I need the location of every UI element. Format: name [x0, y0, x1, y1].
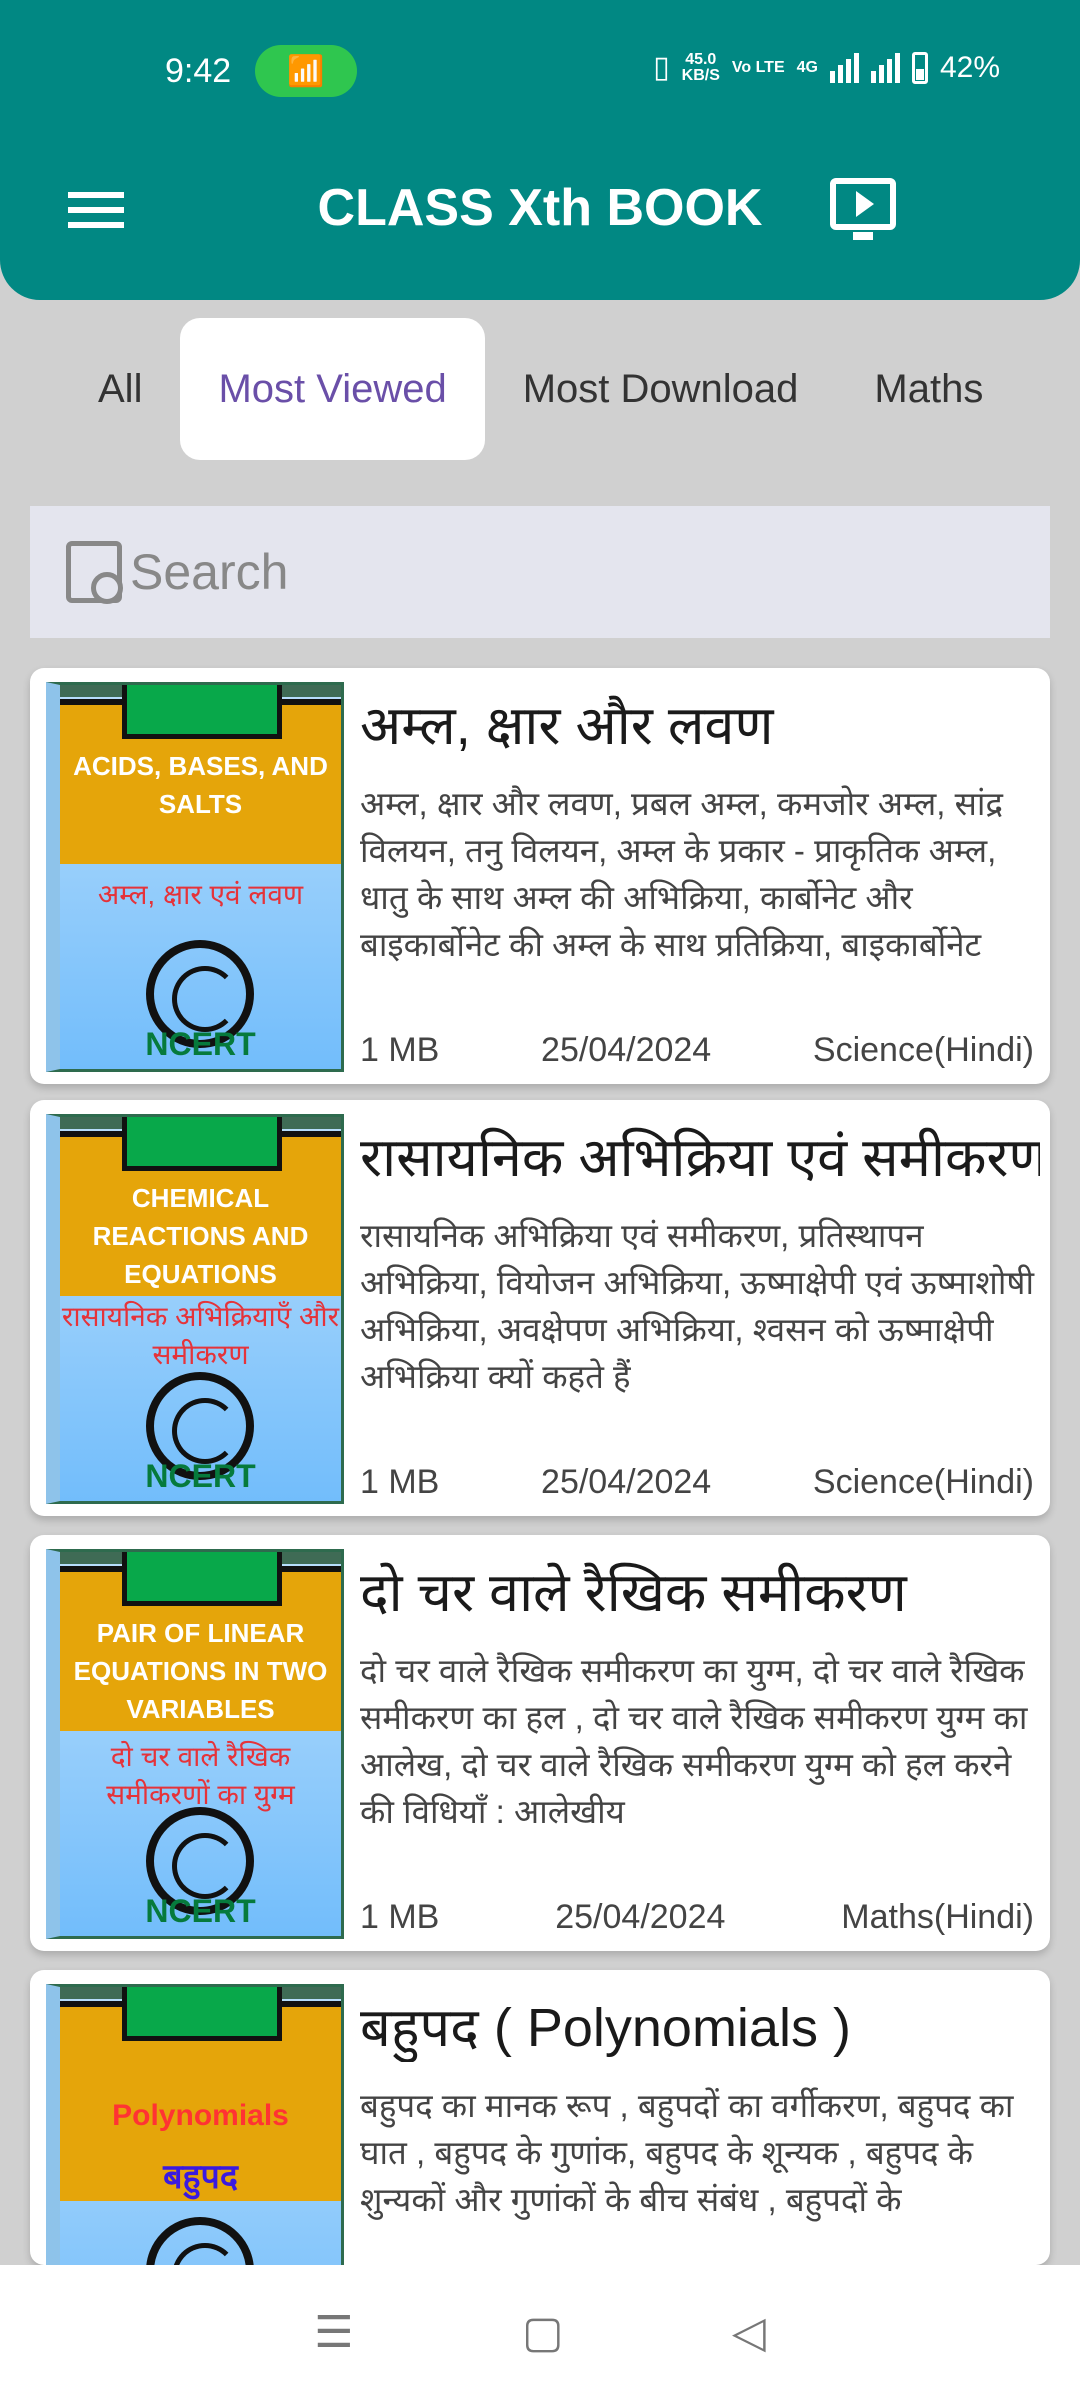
cover-title-hi: दो चर वाले रैखिक समीकरणों का युग्म: [106, 1741, 295, 1810]
book-description: अम्ल, क्षार और लवण, प्रबल अम्ल, कमजोर अम…: [360, 785, 1003, 963]
app-bar: 9:42 📶 ▯ 45.0 KB/S Vo LTE 4G 42% CLASS Xt…: [0, 0, 1080, 300]
cover-title-en: Polynomials: [112, 2099, 289, 2132]
network-speed: 45.0 KB/S: [681, 50, 720, 84]
subject: Science(Hindi): [812, 1463, 1034, 1501]
file-size: 1 MB: [360, 1898, 440, 1936]
book-meta: 1 MB 25/04/2024 Science(Hindi): [360, 1031, 1034, 1070]
hotspot-icon: 📶: [255, 45, 357, 97]
book-title: अम्ल, क्षार और लवण: [360, 696, 774, 756]
search-input[interactable]: Search: [30, 506, 1050, 638]
volte-label: Vo LTE: [731, 58, 785, 76]
subject: Maths(Hindi): [841, 1898, 1034, 1936]
system-nav-bar: ☰ ▢ ◁: [0, 2265, 1080, 2400]
book-cover: CHEMICAL REACTIONS AND EQUATIONS रासायनि…: [46, 1114, 344, 1504]
tab-all[interactable]: All: [60, 318, 180, 460]
tab-bar: All Most Viewed Most Download Maths: [0, 318, 1080, 460]
book-meta: 1 MB 25/04/2024 Science(Hindi): [360, 1463, 1034, 1502]
book-description: रासायनिक अभिक्रिया एवं समीकरण, प्रतिस्था…: [360, 1217, 1035, 1395]
page-title: CLASS Xth BOOK: [317, 179, 763, 237]
search-icon: [66, 541, 123, 604]
tab-most-download[interactable]: Most Download: [485, 318, 837, 460]
book-card[interactable]: ACIDS, BASES, AND SALTS अम्ल, क्षार एवं …: [30, 668, 1050, 1084]
search-placeholder: Search: [130, 544, 289, 600]
subject: Science(Hindi): [812, 1031, 1034, 1069]
status-time: 9:42: [165, 52, 232, 90]
book-card[interactable]: CHEMICAL REACTIONS AND EQUATIONS रासायनि…: [30, 1100, 1050, 1516]
signal-icon: [829, 52, 859, 83]
cover-brand: NCERT: [145, 1458, 256, 1494]
vibrate-icon: ▯: [653, 51, 670, 84]
battery-percent: 42%: [939, 50, 1000, 84]
upload-date: 25/04/2024: [541, 1031, 712, 1069]
book-cover: ACIDS, BASES, AND SALTS अम्ल, क्षार एवं …: [46, 682, 344, 1072]
book-title: रासायनिक अभिक्रिया एवं समीकरण: [360, 1128, 1040, 1188]
book-card[interactable]: PAIR OF LINEAR EQUATIONS IN TWO VARIABLE…: [30, 1535, 1050, 1951]
cover-title-en: PAIR OF LINEAR EQUATIONS IN TWO VARIABLE…: [73, 1618, 328, 1724]
status-bar: 9:42 📶 ▯ 45.0 KB/S Vo LTE 4G 42%: [0, 40, 1080, 104]
back-button[interactable]: ◁: [732, 2307, 766, 2358]
file-size: 1 MB: [360, 1463, 440, 1501]
cover-brand: NCERT: [145, 1893, 256, 1929]
network-type: 4G: [796, 58, 818, 76]
cover-title-hi: रासायनिक अभिक्रियाएँ और समीकरण: [61, 1301, 340, 1370]
cover-title-en: ACIDS, BASES, AND SALTS: [73, 751, 328, 819]
cover-title-hi: बहुपद: [163, 2158, 238, 2196]
ncert-emblem-icon: [146, 2217, 254, 2265]
cover-title-hi: अम्ल, क्षार एवं लवण: [97, 879, 304, 910]
recents-button[interactable]: ☰: [314, 2307, 353, 2358]
book-cover: Polynomials बहुपद: [46, 1984, 344, 2265]
tab-most-viewed[interactable]: Most Viewed: [180, 318, 485, 460]
signal-icon-2: [870, 52, 900, 83]
tab-maths[interactable]: Maths: [836, 318, 1021, 460]
book-cover: PAIR OF LINEAR EQUATIONS IN TWO VARIABLE…: [46, 1549, 344, 1939]
video-icon[interactable]: [830, 178, 896, 240]
book-description: दो चर वाले रैखिक समीकरण का युग्म, दो चर …: [360, 1652, 1028, 1830]
speed-value: 45.0: [685, 50, 717, 68]
battery-icon: [911, 51, 928, 84]
book-title: दो चर वाले रैखिक समीकरण: [360, 1563, 907, 1623]
upload-date: 25/04/2024: [541, 1463, 712, 1501]
status-icons: ▯ 45.0 KB/S Vo LTE 4G 42%: [653, 50, 1000, 85]
upload-date: 25/04/2024: [555, 1898, 726, 1936]
file-size: 1 MB: [360, 1031, 440, 1069]
book-title: बहुपद ( Polynomials ): [360, 1998, 851, 2058]
cover-title-en: CHEMICAL REACTIONS AND EQUATIONS: [92, 1183, 309, 1289]
home-button[interactable]: ▢: [522, 2307, 564, 2358]
book-meta: 1 MB 25/04/2024 Maths(Hindi): [360, 1898, 1034, 1937]
book-card[interactable]: Polynomials बहुपद बहुपद ( Polynomials ) …: [30, 1970, 1050, 2265]
cover-brand: NCERT: [145, 1026, 256, 1062]
book-description: बहुपद का मानक रूप , बहुपदों का वर्गीकरण,…: [360, 2087, 1014, 2218]
speed-unit: KB/S: [681, 66, 720, 84]
